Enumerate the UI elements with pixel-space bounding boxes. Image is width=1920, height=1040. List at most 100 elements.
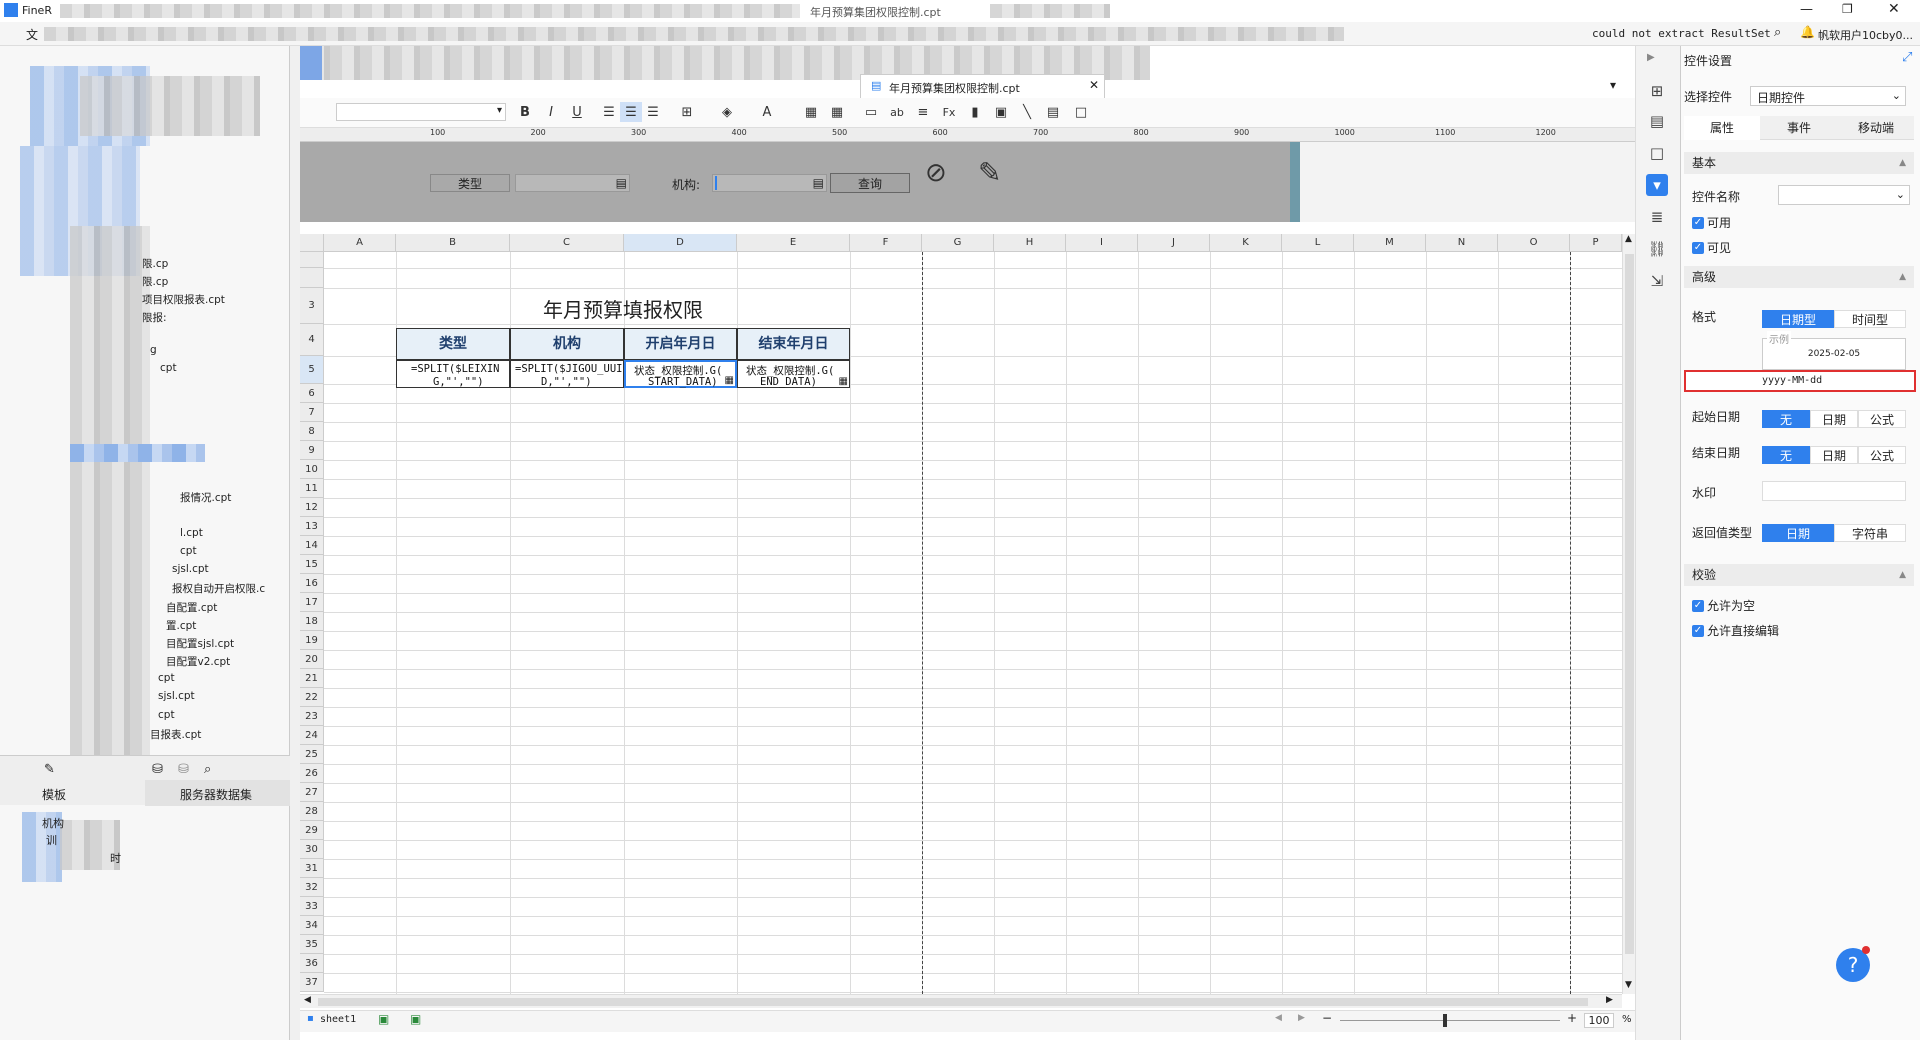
float-element-icon[interactable]: □ (1646, 142, 1668, 164)
cell-c5[interactable]: =SPLIT($JIGOU_UUI D,"',"") (510, 360, 624, 388)
row-header[interactable]: 26 (300, 764, 324, 783)
row-header[interactable]: 33 (300, 897, 324, 916)
return-string-option[interactable]: 字符串 (1834, 524, 1906, 542)
tab-mobile[interactable]: 移动端 (1838, 116, 1914, 140)
row-header[interactable]: 6 (300, 384, 324, 403)
column-header-c[interactable]: C (510, 234, 624, 252)
restore-icon[interactable]: ❐ (1842, 2, 1853, 16)
zoom-in-icon[interactable]: + (1567, 1011, 1577, 1025)
chevron-down-icon[interactable]: ▼ (1625, 980, 1632, 990)
bold-button[interactable]: B (514, 102, 536, 122)
column-header-h[interactable]: H (994, 234, 1066, 252)
merge-icon[interactable]: ▦ (800, 102, 822, 122)
scrollbar-thumb[interactable] (318, 998, 1588, 1006)
header-end-date[interactable]: 结束年月日 (737, 328, 850, 360)
grid-icon[interactable]: ▦ (826, 102, 848, 122)
border-style-icon[interactable]: □ (1070, 102, 1092, 122)
column-header-l[interactable]: L (1282, 234, 1354, 252)
row-header[interactable]: 3 (300, 288, 324, 324)
data-entry-icon[interactable]: ⇲ (1646, 270, 1668, 292)
column-header-k[interactable]: K (1210, 234, 1282, 252)
chevron-left-icon[interactable]: ◀ (304, 995, 311, 1005)
paragraph-icon[interactable]: ≡ (912, 102, 934, 122)
hide-eye-icon[interactable]: ⊘ (925, 158, 947, 188)
tree-item[interactable]: cpt (158, 709, 175, 721)
add-sheet-icon[interactable]: ▣ (378, 1012, 389, 1026)
row-header[interactable]: 34 (300, 916, 324, 935)
edit-icon[interactable]: ✎ (44, 762, 55, 777)
corner-cell[interactable] (300, 234, 324, 252)
section-validate[interactable]: 校验 ▲ (1684, 564, 1914, 586)
font-color-icon[interactable]: A (756, 102, 778, 122)
user-name[interactable]: 帆软用户10cby0... (1818, 27, 1913, 43)
widget-name-input[interactable]: ⌄ (1778, 185, 1910, 205)
tree-item[interactable]: g (150, 344, 157, 356)
cell-d5-selected[interactable]: 状态_权限控制.G( START_DATA) ▦ (624, 360, 737, 388)
column-header-e[interactable]: E (737, 234, 850, 252)
close-icon[interactable]: ✕ (1888, 1, 1900, 17)
cell-e5[interactable]: 状态_权限控制.G( END_DATA) ▦ (737, 360, 850, 388)
row-header[interactable]: 21 (300, 669, 324, 688)
row-header[interactable]: 14 (300, 536, 324, 555)
italic-button[interactable]: I (540, 102, 562, 122)
row-header[interactable]: 8 (300, 422, 324, 441)
bottom-tree-item[interactable]: 时 (110, 850, 121, 866)
row-header[interactable]: 16 (300, 574, 324, 593)
column-header-o[interactable]: O (1498, 234, 1570, 252)
zoom-slider-thumb[interactable] (1443, 1014, 1447, 1027)
align-left-icon[interactable]: ☰ (598, 102, 620, 122)
next-sheet-icon[interactable]: ▶ (1298, 1013, 1305, 1023)
row-header[interactable]: 37 (300, 973, 324, 992)
watermark-input[interactable] (1762, 481, 1906, 501)
tree-item[interactable]: 目配置sjsl.cpt (166, 636, 234, 651)
return-date-option[interactable]: 日期 (1762, 524, 1834, 542)
parameter-pane-edge[interactable] (1290, 142, 1300, 222)
sheet-tab[interactable]: sheet1 (320, 1014, 356, 1025)
row-header[interactable]: 31 (300, 859, 324, 878)
formula-icon[interactable]: Fx (938, 102, 960, 122)
section-basic[interactable]: 基本 ▲ (1684, 152, 1914, 174)
column-header-f[interactable]: F (850, 234, 922, 252)
format-time-option[interactable]: 时间型 (1834, 310, 1906, 328)
row-header[interactable]: 30 (300, 840, 324, 859)
tree-item[interactable]: sjsl.cpt (158, 690, 195, 702)
row-header[interactable]: 11 (300, 479, 324, 498)
column-header-d[interactable]: D (624, 234, 737, 252)
enabled-checkbox[interactable]: ✓ 可用 (1692, 214, 1731, 231)
menu-file[interactable]: 文 (26, 26, 38, 43)
database-icon[interactable]: ⛁ (152, 762, 163, 777)
horizontal-scrollbar[interactable]: ◀ ▶ (300, 994, 1622, 1008)
column-header-n[interactable]: N (1426, 234, 1498, 252)
tree-item[interactable]: 报情况.cpt (180, 490, 231, 505)
zoom-out-icon[interactable]: − (1322, 1011, 1332, 1025)
tree-item[interactable]: 限.cp (142, 274, 168, 289)
row-header[interactable]: 9 (300, 441, 324, 460)
row-header[interactable] (300, 252, 324, 268)
allow-edit-checkbox[interactable]: ✓ 允许直接编辑 (1692, 622, 1779, 639)
chart-icon[interactable]: ▮ (964, 102, 986, 122)
tab-close-icon[interactable]: ✕ (1089, 78, 1099, 92)
param-label-type[interactable]: 类型 (430, 174, 510, 192)
underline-button[interactable]: U (566, 102, 588, 122)
selected-tree-item[interactable] (70, 444, 205, 462)
start-date-date[interactable]: 日期 (1810, 410, 1858, 428)
pencil-icon[interactable]: ✎ (978, 156, 1001, 189)
tree-item[interactable]: cpt (160, 362, 177, 374)
zoom-slider[interactable] (1340, 1020, 1560, 1021)
align-right-icon[interactable]: ☰ (642, 102, 664, 122)
tab-properties[interactable]: 属性 (1684, 116, 1760, 140)
tree-item[interactable]: sjsl.cpt (172, 563, 209, 575)
header-start-date[interactable]: 开启年月日 (624, 328, 737, 360)
tree-item[interactable]: 项目权限报表.cpt (142, 292, 225, 307)
cell-element-icon[interactable]: ▤ (1646, 110, 1668, 132)
column-header-a[interactable]: A (324, 234, 396, 252)
align-center-icon[interactable]: ☰ (620, 102, 642, 122)
slash-icon[interactable]: ╲ (1016, 102, 1038, 122)
query-button[interactable]: 查询 (830, 173, 910, 193)
search-dataset-icon[interactable]: ⌕ (204, 762, 211, 777)
bottom-tree-item[interactable]: 训 (46, 832, 57, 848)
database-gray-icon[interactable]: ⛁ (178, 762, 189, 777)
expand-icon[interactable]: ▶ (1647, 52, 1655, 63)
row-header[interactable]: 29 (300, 821, 324, 840)
select-widget-dropdown[interactable]: 日期控件 ⌄ (1750, 86, 1906, 106)
